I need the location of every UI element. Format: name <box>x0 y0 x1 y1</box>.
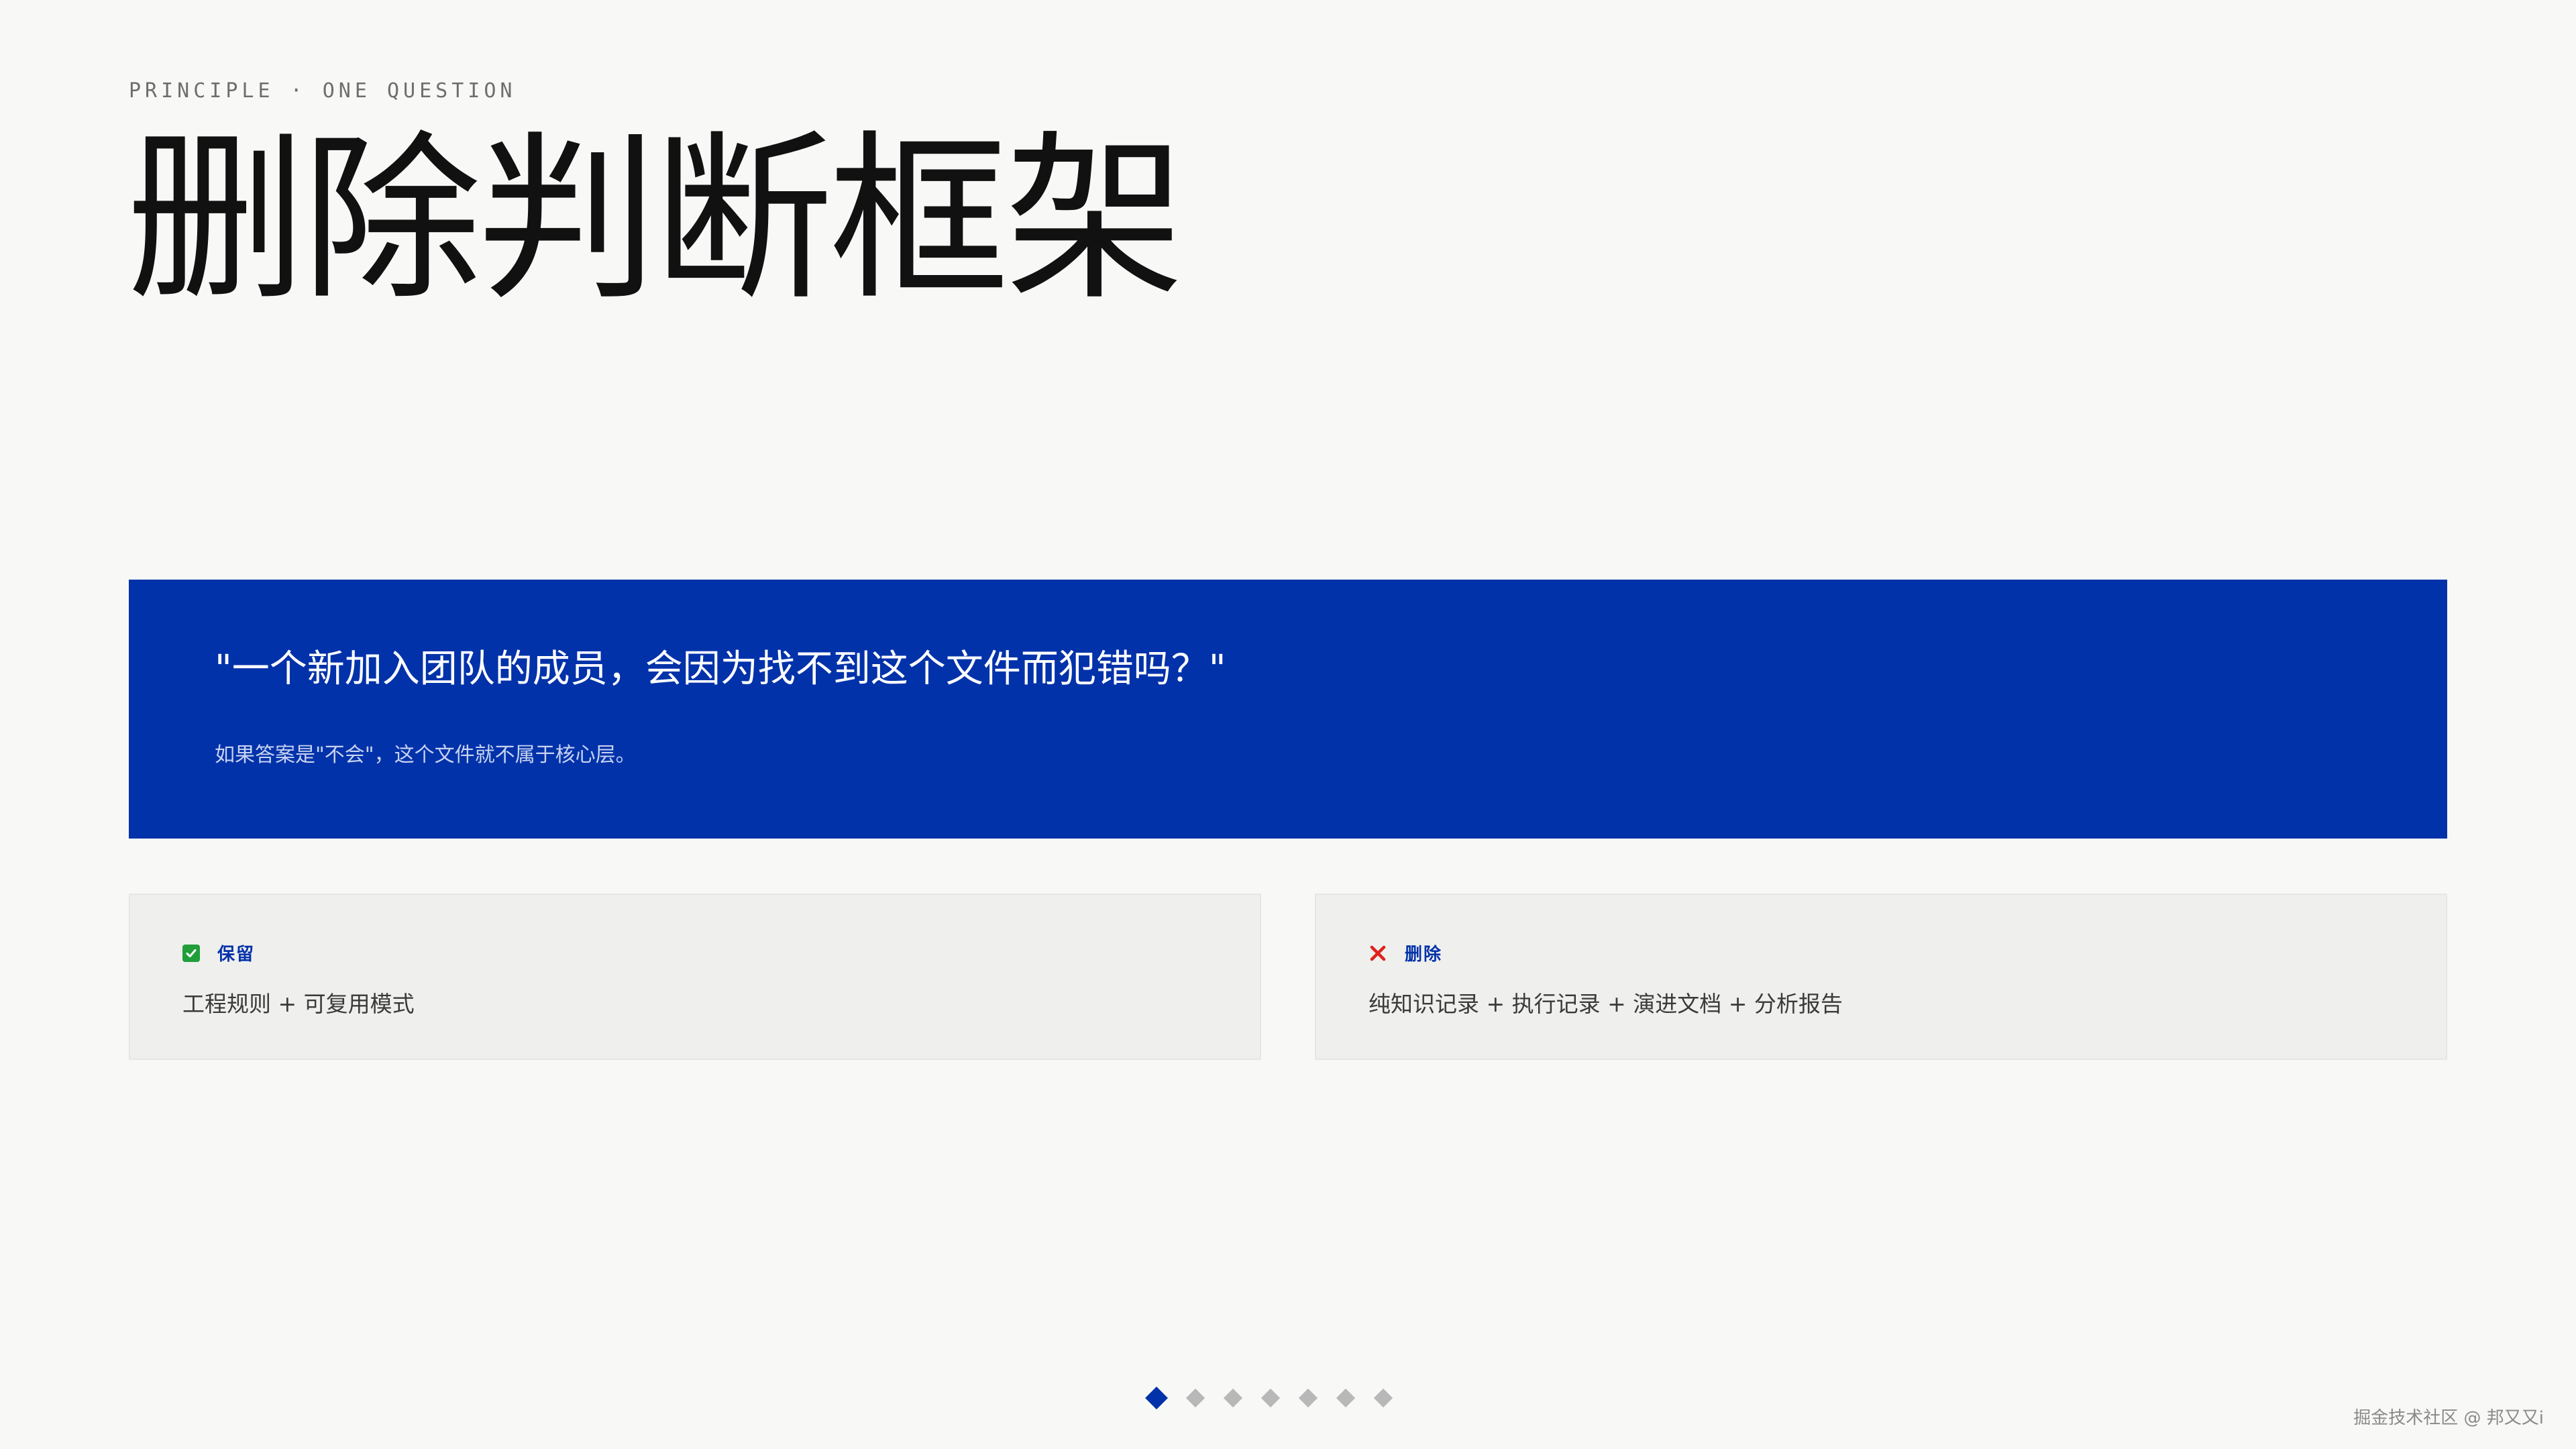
pager-dot-3[interactable] <box>1223 1388 1243 1408</box>
delete-card: 删除 纯知识记录 + 执行记录 + 演进文档 + 分析报告 <box>1315 894 2447 1060</box>
delete-body: 纯知识记录 + 执行记录 + 演进文档 + 分析报告 <box>1368 991 1843 1017</box>
question-text: "一个新加入团队的成员，会因为找不到这个文件而犯错吗？" <box>215 647 1226 691</box>
keep-label: 保留 <box>217 945 256 965</box>
cross-icon <box>1368 944 1387 963</box>
pager-dot-7[interactable] <box>1373 1388 1393 1408</box>
question-panel: "一个新加入团队的成员，会因为找不到这个文件而犯错吗？" 如果答案是"不会"，这… <box>129 580 2447 839</box>
keep-card-header: 保留 <box>182 941 255 965</box>
watermark: 掘金技术社区 @ 邦又又i <box>2353 1408 2544 1428</box>
delete-label: 删除 <box>1405 945 1443 965</box>
slide-pager <box>1145 1387 1393 1409</box>
pager-dot-6[interactable] <box>1336 1388 1356 1408</box>
check-icon <box>182 944 200 962</box>
keep-body: 工程规则 + 可复用模式 <box>182 991 415 1017</box>
question-note: 如果答案是"不会"，这个文件就不属于核心层。 <box>215 743 636 767</box>
eyebrow-label: PRINCIPLE · ONE QUESTION <box>129 79 517 103</box>
pager-dot-1[interactable] <box>1145 1387 1168 1409</box>
delete-card-header: 删除 <box>1368 941 1442 965</box>
keep-card: 保留 工程规则 + 可复用模式 <box>129 894 1261 1060</box>
decision-cards: 保留 工程规则 + 可复用模式 删除 纯知识记录 + 执行记录 + 演进文档 +… <box>129 894 2447 1060</box>
pager-dot-5[interactable] <box>1298 1388 1318 1408</box>
page-title: 删除判断框架 <box>126 115 1185 325</box>
pager-dot-2[interactable] <box>1185 1388 1205 1408</box>
pager-dot-4[interactable] <box>1260 1388 1281 1408</box>
